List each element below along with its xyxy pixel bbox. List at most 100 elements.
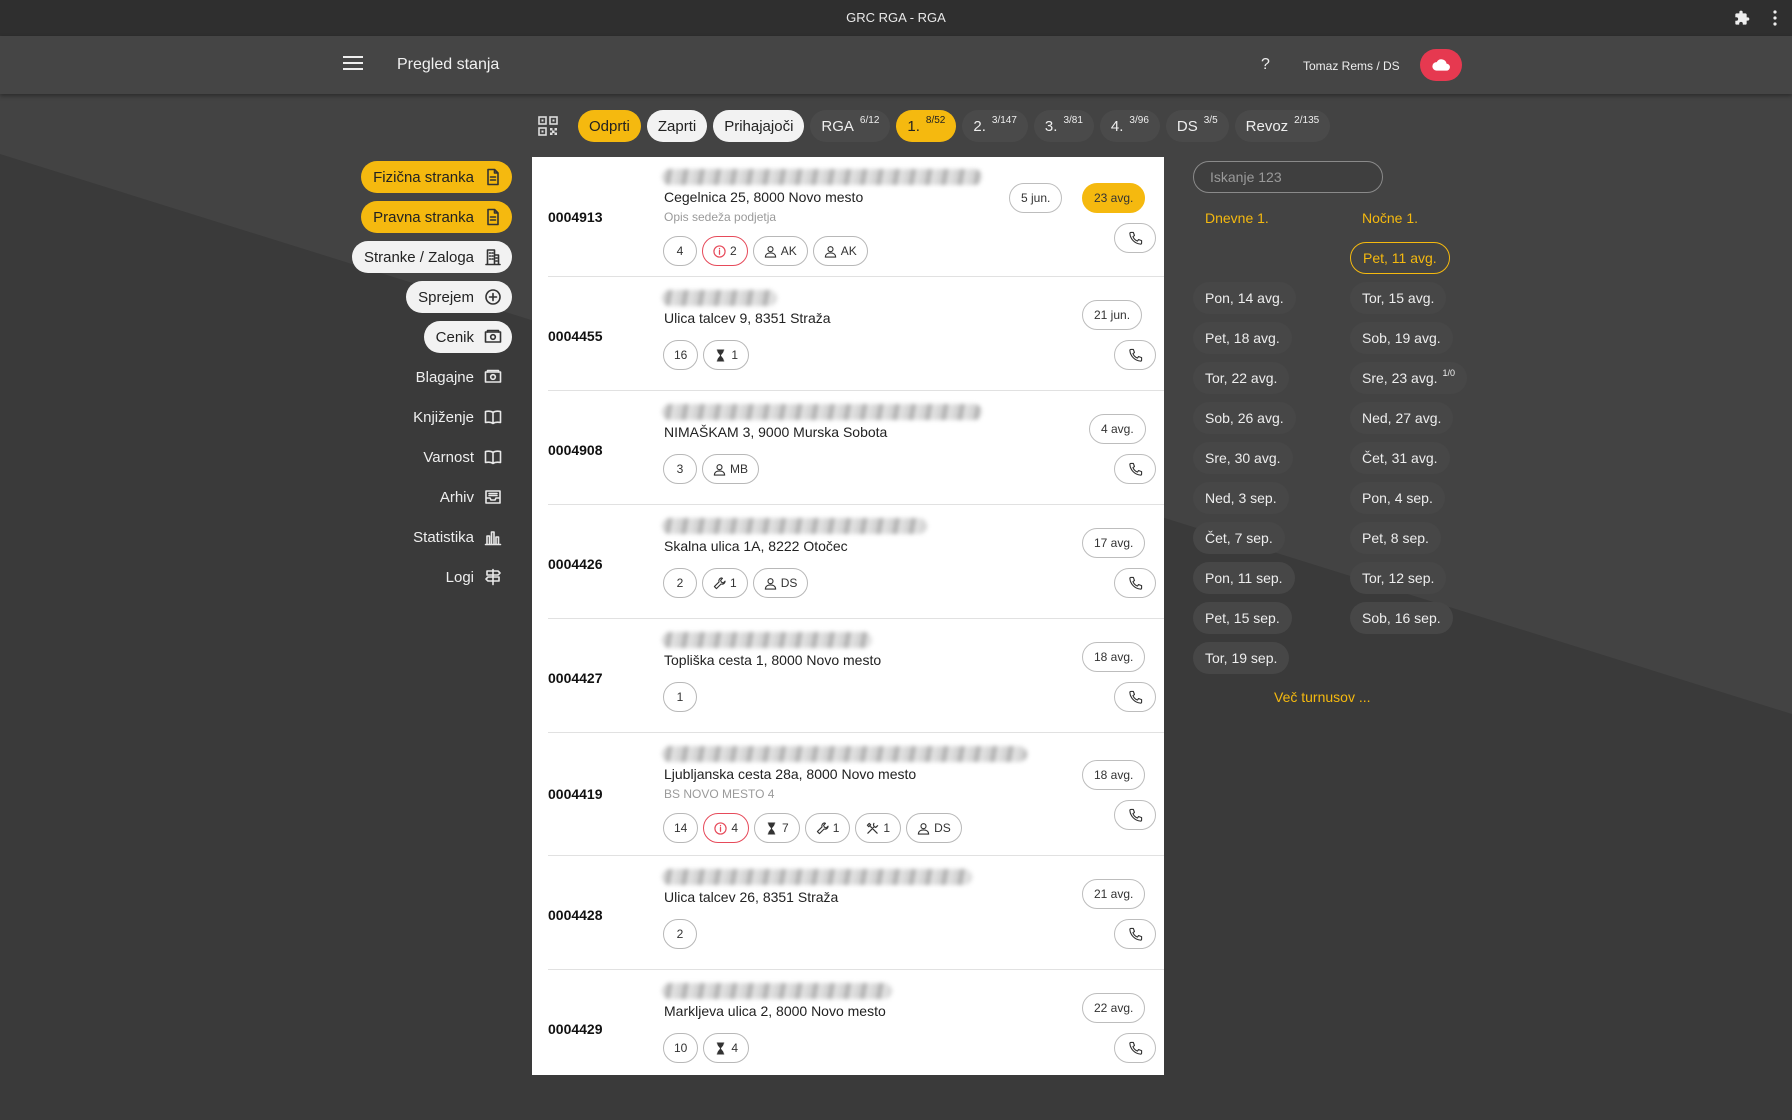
nav-stranke-zaloga[interactable]: Stranke / Zaloga <box>351 241 512 273</box>
shift-day-item[interactable]: Tor, 22 avg. <box>1193 362 1290 394</box>
record-date-chip[interactable]: 21 jun. <box>1082 300 1143 330</box>
shift-night-item[interactable]: Pet, 11 avg. <box>1350 242 1450 274</box>
money-icon <box>484 328 502 346</box>
hamburger-menu-icon[interactable] <box>343 56 363 72</box>
record-date-chip[interactable]: 17 avg. <box>1082 528 1146 558</box>
record-row[interactable]: 0004908 NIMAŠKAM 3, 9000 Murska Sobota 3 MB… <box>548 392 1164 505</box>
more-shifts-link[interactable]: Več turnusov ... <box>1274 689 1371 705</box>
shift-day-item[interactable]: Pon, 14 avg. <box>1193 282 1296 314</box>
shift-day-item[interactable]: Pet, 15 sep. <box>1193 602 1292 634</box>
record-row[interactable]: 0004428 Ulica talcev 26, 8351 Straža 2 21 a… <box>548 857 1164 970</box>
shift-night-item[interactable]: Sre, 23 avg. 1/0 <box>1350 362 1468 394</box>
filter-chip-4[interactable]: 4. 3/96 <box>1099 110 1160 142</box>
call-button[interactable] <box>1114 682 1156 712</box>
record-subtitle: BS NOVO MESTO 4 <box>664 787 775 801</box>
filter-chip-revoz[interactable]: Revoz 2/135 <box>1234 110 1331 142</box>
filter-chip-odprti[interactable]: Odprti <box>578 110 641 142</box>
phone-icon <box>1128 462 1143 477</box>
record-date-chip[interactable]: 4 avg. <box>1089 414 1146 444</box>
nav-varnost[interactable]: Varnost <box>411 441 512 473</box>
call-button[interactable] <box>1114 1033 1156 1063</box>
shift-day-item[interactable]: Sob, 26 avg. <box>1193 402 1296 434</box>
qr-code-icon[interactable] <box>538 116 558 136</box>
call-button[interactable] <box>1114 340 1156 370</box>
nav-arhiv[interactable]: Arhiv <box>428 481 512 513</box>
record-address: NIMAŠKAM 3, 9000 Murska Sobota <box>664 424 888 440</box>
nav-label: Stranke / Zaloga <box>363 248 474 266</box>
shift-day-item[interactable]: Pon, 11 sep. <box>1193 562 1295 594</box>
shift-label: Ned, 3 sep. <box>1205 490 1277 506</box>
help-button[interactable]: ? <box>1261 56 1270 74</box>
records-panel: 0004913 Cegelnica 25, 8000 Novo mesto Opis… <box>532 157 1164 1075</box>
call-button[interactable] <box>1114 223 1156 253</box>
nav-statistika[interactable]: Statistika <box>401 521 512 553</box>
filter-chip-label: 2. <box>973 117 986 135</box>
call-button[interactable] <box>1114 568 1156 598</box>
call-button[interactable] <box>1114 454 1156 484</box>
inbox-icon <box>484 488 502 506</box>
shift-label: Tor, 15 avg. <box>1362 290 1435 306</box>
nav-sprejem[interactable]: Sprejem <box>406 281 512 313</box>
filter-chip-zaprti[interactable]: Zaprti <box>646 110 708 142</box>
shift-day-item[interactable]: Sre, 30 avg. <box>1193 442 1293 474</box>
shift-night-item[interactable]: Pon, 4 sep. <box>1350 482 1445 514</box>
record-date-chip[interactable]: 5 jun. <box>1009 183 1063 213</box>
call-button[interactable] <box>1114 800 1156 830</box>
phone-icon <box>1128 690 1143 705</box>
shift-day-item[interactable]: Tor, 19 sep. <box>1193 642 1290 674</box>
record-row[interactable]: 0004455 Ulica talcev 9, 8351 Straža 16 1 21 … <box>548 278 1164 391</box>
phone-icon <box>1128 927 1143 942</box>
filter-chip-prihajajoi[interactable]: Prihajajoči <box>713 110 805 142</box>
filter-chip-2[interactable]: 2. 3/147 <box>962 110 1028 142</box>
record-date-chip[interactable]: 21 avg. <box>1082 879 1146 909</box>
record-address: Ljubljanska cesta 28a, 8000 Novo mesto <box>664 766 917 782</box>
record-date-chip[interactable]: 18 avg. <box>1082 642 1146 672</box>
filter-chip-1[interactable]: 1. 8/52 <box>896 110 957 142</box>
shift-night-item[interactable]: Pet, 8 sep. <box>1350 522 1441 554</box>
record-row[interactable]: 0004427 Topliška cesta 1, 8000 Novo mesto… <box>548 620 1164 733</box>
filter-chip-rga[interactable]: RGA 6/12 <box>810 110 891 142</box>
record-row[interactable]: 0004429 Markljeva ulica 2, 8000 Novo mest… <box>548 971 1164 1075</box>
filter-chip-label: DS <box>1176 117 1198 135</box>
record-tag-value: DS <box>934 821 951 835</box>
filter-chip-ds[interactable]: DS 3/5 <box>1165 110 1229 142</box>
filter-chip-label: Odprti <box>589 117 630 135</box>
more-vertical-icon[interactable] <box>1772 10 1778 26</box>
shift-label: Sre, 23 avg. <box>1362 370 1438 386</box>
person-icon <box>917 822 930 835</box>
shift-night-item[interactable]: Sob, 19 avg. <box>1350 322 1453 354</box>
nav-knjiženje[interactable]: Knjiženje <box>401 401 512 433</box>
record-date-chip[interactable]: 18 avg. <box>1082 760 1146 790</box>
record-date-chip[interactable]: 23 avg. <box>1082 183 1146 213</box>
shift-day-item[interactable]: Ned, 3 sep. <box>1193 482 1289 514</box>
shift-day-item[interactable]: Pet, 18 avg. <box>1193 322 1292 354</box>
shift-night-item[interactable]: Ned, 27 avg. <box>1350 402 1454 434</box>
record-name-redacted <box>662 869 972 885</box>
shift-night-item[interactable]: Tor, 12 sep. <box>1350 562 1447 594</box>
record-tags: 1 <box>663 682 697 712</box>
plus-circle-icon <box>484 288 502 306</box>
nav-cenik[interactable]: Cenik <box>423 321 512 353</box>
cloud-sync-button[interactable] <box>1420 49 1462 81</box>
call-button[interactable] <box>1114 919 1156 949</box>
nav-fizična-stranka[interactable]: Fizična stranka <box>361 161 512 193</box>
nav-pravna-stranka[interactable]: Pravna stranka <box>361 201 512 233</box>
record-tag: 1 <box>855 813 902 843</box>
filter-chip-3[interactable]: 3. 3/81 <box>1033 110 1094 142</box>
record-tag: 2 <box>663 568 697 598</box>
record-row[interactable]: 0004913 Cegelnica 25, 8000 Novo mesto Opis… <box>548 157 1164 277</box>
nav-blagajne[interactable]: Blagajne <box>404 361 512 393</box>
record-row[interactable]: 0004419 Ljubljanska cesta 28a, 8000 Novo … <box>548 734 1164 856</box>
shift-label: Pon, 4 sep. <box>1362 490 1433 506</box>
record-id: 0004455 <box>548 328 603 344</box>
shift-search-input[interactable] <box>1193 161 1383 193</box>
nav-logi[interactable]: Logi <box>434 561 512 593</box>
shift-night-item[interactable]: Sob, 16 sep. <box>1350 602 1453 634</box>
shift-day-item[interactable]: Čet, 7 sep. <box>1193 522 1285 554</box>
record-date-chip[interactable]: 22 avg. <box>1082 993 1146 1023</box>
puzzle-icon[interactable] <box>1734 10 1750 26</box>
shift-night-item[interactable]: Tor, 15 avg. <box>1350 282 1447 314</box>
record-tag-value: 2 <box>676 927 684 941</box>
record-row[interactable]: 0004426 Skalna ulica 1A, 8222 Otočec 2 1 DS 1… <box>548 506 1164 619</box>
shift-night-item[interactable]: Čet, 31 avg. <box>1350 442 1450 474</box>
